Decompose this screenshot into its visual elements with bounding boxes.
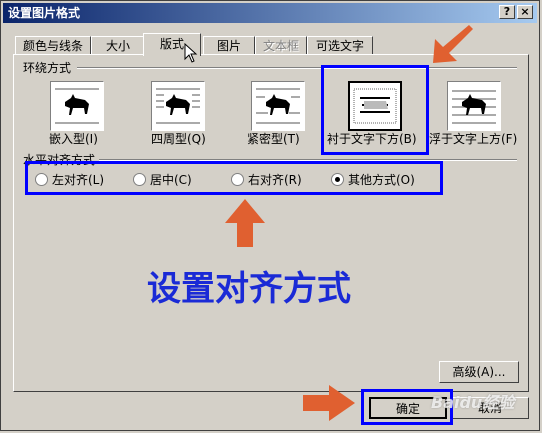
wrap-group-label: 环绕方式 xyxy=(23,59,75,76)
inline-wrap-icon xyxy=(55,88,99,124)
wrap-option-square-label: 四周型(Q) xyxy=(151,132,206,146)
arrow-up-icon xyxy=(225,199,265,247)
tab-size[interactable]: 大小 xyxy=(91,36,145,55)
title-bar: 设置图片格式 xyxy=(3,3,537,23)
highlight-box-alignment xyxy=(25,161,443,195)
close-button[interactable]: × xyxy=(517,5,533,19)
format-picture-dialog: 设置图片格式 ? × 颜色与线条 大小 版式 图片 文本框 可选文字 环绕方式 … xyxy=(0,0,540,431)
square-wrap-icon xyxy=(156,88,200,124)
highlight-box-behind-text xyxy=(321,65,429,155)
wrap-option-inline-label: 嵌入型(I) xyxy=(49,132,98,146)
tab-picture[interactable]: 图片 xyxy=(203,36,255,55)
wrap-option-in-front-text[interactable] xyxy=(447,81,501,131)
mouse-cursor-icon xyxy=(184,43,198,63)
tab-alt-text[interactable]: 可选文字 xyxy=(307,36,373,55)
tab-text-box: 文本框 xyxy=(255,36,307,55)
dialog-title: 设置图片格式 xyxy=(8,6,81,20)
tight-wrap-icon xyxy=(256,88,300,124)
help-button[interactable]: ? xyxy=(499,5,515,19)
watermark: Baidu经验 xyxy=(431,393,515,412)
wrap-option-tight-label: 紧密型(T) xyxy=(247,132,300,146)
advanced-button[interactable]: 高级(A)... xyxy=(439,361,519,383)
tab-colors-lines[interactable]: 颜色与线条 xyxy=(15,36,91,55)
in-front-text-icon xyxy=(452,90,496,124)
wrap-option-tight[interactable] xyxy=(251,81,305,131)
annotation-caption: 设置对齐方式 xyxy=(147,269,351,309)
arrow-right-icon xyxy=(303,385,355,421)
wrap-option-square[interactable] xyxy=(151,81,205,131)
wrap-option-in-front-text-label: 浮于文字上方(F) xyxy=(429,132,518,146)
wrap-option-inline[interactable] xyxy=(50,81,104,131)
wrap-group-divider xyxy=(77,67,517,69)
arrow-down-left-icon xyxy=(433,25,473,63)
